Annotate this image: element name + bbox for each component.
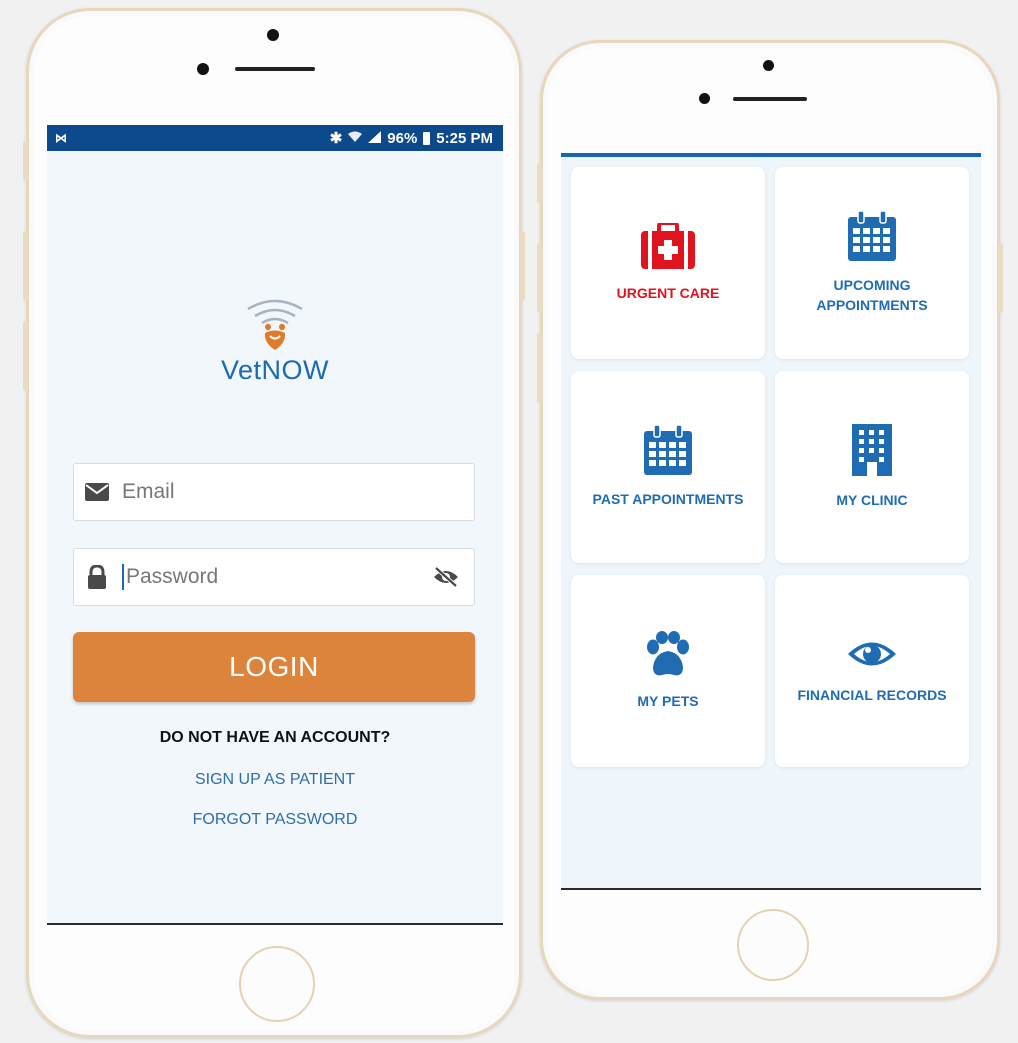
password-input[interactable] [126, 565, 432, 589]
battery-icon [423, 131, 431, 145]
mute-switch [537, 163, 542, 203]
signal-icon [368, 130, 382, 147]
tile-label: UPCOMING APPOINTMENTS [816, 277, 928, 313]
building-icon [852, 424, 892, 476]
tile-label: PAST APPOINTMENTS [592, 491, 744, 507]
tile-past-appointments[interactable]: PAST APPOINTMENTS [571, 371, 765, 563]
status-indicators: ✱ 96% 5:25 PM [329, 129, 493, 148]
tile-label: MY CLINIC [836, 492, 908, 508]
tile-my-pets[interactable]: MY PETS [571, 575, 765, 767]
login-button[interactable]: LOGIN [73, 632, 475, 702]
status-bar: ⋈ ✱ 96% 5:25 PM [47, 125, 503, 151]
paw-icon [643, 631, 693, 677]
password-field[interactable] [73, 548, 475, 606]
forgot-password-link[interactable]: FORGOT PASSWORD [47, 811, 503, 829]
calendar-icon [848, 211, 896, 261]
tile-label: FINANCIAL RECORDS [797, 687, 947, 703]
logo-text: VetNOW [220, 355, 330, 385]
dashboard-screen: URGENT CARE UPCOMING APPOINTMENTS PAST A… [561, 153, 981, 890]
login-screen: ⋈ ✱ 96% 5:25 PM VetNOW Email LOGIN DO NO… [47, 125, 503, 925]
front-camera [197, 63, 209, 75]
earpiece-speaker [733, 97, 807, 101]
wifi-icon [348, 130, 363, 147]
text-cursor [122, 564, 124, 590]
eye-off-icon[interactable] [432, 566, 460, 588]
earpiece-speaker [235, 67, 315, 71]
tile-label: MY PETS [637, 693, 699, 709]
power-button [520, 231, 525, 301]
first-aid-kit-icon [641, 223, 695, 269]
no-account-text: DO NOT HAVE AN ACCOUNT? [159, 729, 391, 746]
battery-percent: 96% [387, 129, 418, 147]
email-input[interactable] [122, 480, 474, 504]
volume-up-button [23, 231, 28, 301]
home-button[interactable] [239, 946, 315, 1022]
status-time: 5:25 PM [436, 129, 493, 147]
tile-my-clinic[interactable]: MY CLINIC [775, 371, 969, 563]
tile-upcoming-appointments[interactable]: UPCOMING APPOINTMENTS [775, 167, 969, 359]
volume-up-button [537, 243, 542, 313]
front-sensor [267, 29, 279, 41]
volume-down-button [23, 321, 28, 391]
bluetooth-icon: ✱ [329, 130, 343, 147]
mute-switch [23, 141, 28, 181]
cast-icon: ⋈ [55, 131, 68, 145]
front-camera [699, 93, 710, 104]
phone-frame-dashboard: URGENT CARE UPCOMING APPOINTMENTS PAST A… [537, 40, 1003, 1000]
signup-link[interactable]: SIGN UP AS PATIENT [47, 771, 503, 789]
front-sensor [763, 60, 774, 71]
logo-mark-icon [247, 299, 303, 350]
volume-down-button [537, 333, 542, 403]
tile-urgent-care[interactable]: URGENT CARE [571, 167, 765, 359]
lock-icon [84, 565, 110, 589]
tile-label: URGENT CARE [616, 285, 720, 301]
vetnow-logo: VetNOW [47, 295, 503, 386]
home-button[interactable] [737, 909, 809, 981]
phone-frame-login: ⋈ ✱ 96% 5:25 PM VetNOW Email LOGIN DO NO… [23, 8, 525, 1038]
calendar-icon [644, 425, 692, 475]
email-field[interactable] [73, 463, 475, 521]
eye-icon [846, 637, 898, 671]
tile-financial-records[interactable]: FINANCIAL RECORDS [775, 575, 969, 767]
power-button [998, 243, 1003, 313]
envelope-icon [84, 483, 110, 501]
